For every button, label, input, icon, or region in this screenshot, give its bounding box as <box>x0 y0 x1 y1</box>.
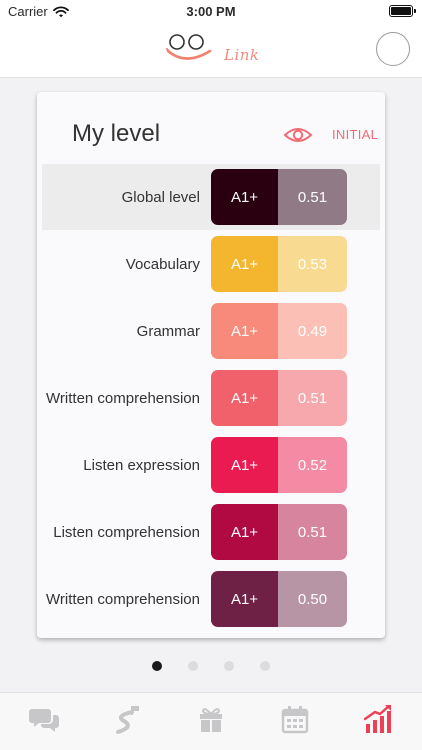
row-label: Listen comprehension <box>53 523 200 541</box>
level-score-badge: A1+ 0.53 <box>211 236 347 292</box>
level-score-badge: A1+ 0.49 <box>211 303 347 359</box>
status-bar: Carrier 3:00 PM <box>0 0 422 22</box>
score-value: 0.52 <box>278 437 347 493</box>
row-label: Written comprehension <box>46 590 200 608</box>
row-label: Written comprehension <box>46 389 200 407</box>
level-score-badge: A1+ 0.51 <box>211 169 347 225</box>
level-value: A1+ <box>211 169 278 225</box>
level-score-badge: A1+ 0.51 <box>211 370 347 426</box>
score-value: 0.51 <box>278 169 347 225</box>
level-value: A1+ <box>211 303 278 359</box>
chat-bubbles-icon[interactable] <box>29 703 61 735</box>
level-row[interactable]: Listen comprehension A1+ 0.51 <box>42 499 380 565</box>
page-dot[interactable] <box>224 661 234 671</box>
level-row[interactable]: Listen expression A1+ 0.52 <box>42 432 380 498</box>
row-label: Grammar <box>136 322 200 340</box>
page-dot[interactable] <box>188 661 198 671</box>
level-card: My level INITIAL Global level A1+ 0.51 Voca… <box>37 92 385 638</box>
level-row[interactable]: Vocabulary A1+ 0.53 <box>42 231 380 297</box>
app-header: Link <box>0 22 422 78</box>
page-dot[interactable] <box>152 661 162 671</box>
level-score-badge: A1+ 0.51 <box>211 504 347 560</box>
profile-button[interactable] <box>376 32 410 66</box>
logo-text: Link <box>224 46 260 64</box>
level-row[interactable]: Written comprehension A1+ 0.50 <box>42 566 380 632</box>
calendar-icon[interactable] <box>279 703 311 735</box>
row-label: Listen expression <box>83 456 200 474</box>
view-mode-toggle[interactable]: INITIAL <box>332 127 378 142</box>
level-value: A1+ <box>211 504 278 560</box>
score-value: 0.51 <box>278 504 347 560</box>
level-score-badge: A1+ 0.52 <box>211 437 347 493</box>
score-value: 0.49 <box>278 303 347 359</box>
level-row[interactable]: Grammar A1+ 0.49 <box>42 298 380 364</box>
score-value: 0.51 <box>278 370 347 426</box>
row-label: Global level <box>121 188 200 206</box>
level-value: A1+ <box>211 571 278 627</box>
level-value: A1+ <box>211 236 278 292</box>
level-value: A1+ <box>211 437 278 493</box>
tab-bar <box>0 692 422 750</box>
level-row[interactable]: Global level A1+ 0.51 <box>42 164 380 230</box>
eye-icon[interactable] <box>283 124 313 146</box>
card-title: My level <box>72 120 161 147</box>
level-score-badge: A1+ 0.50 <box>211 571 347 627</box>
level-row[interactable]: Written comprehension A1+ 0.51 <box>42 365 380 431</box>
stats-chart-icon[interactable] <box>362 703 394 735</box>
gift-icon[interactable] <box>195 703 227 735</box>
score-value: 0.53 <box>278 236 347 292</box>
road-path-icon[interactable] <box>112 703 144 735</box>
status-time: 3:00 PM <box>186 4 236 19</box>
row-label: Vocabulary <box>125 255 200 273</box>
page-indicator <box>0 661 422 671</box>
battery-icon <box>389 5 416 17</box>
score-value: 0.50 <box>278 571 347 627</box>
page-dot[interactable] <box>260 661 270 671</box>
level-value: A1+ <box>211 370 278 426</box>
